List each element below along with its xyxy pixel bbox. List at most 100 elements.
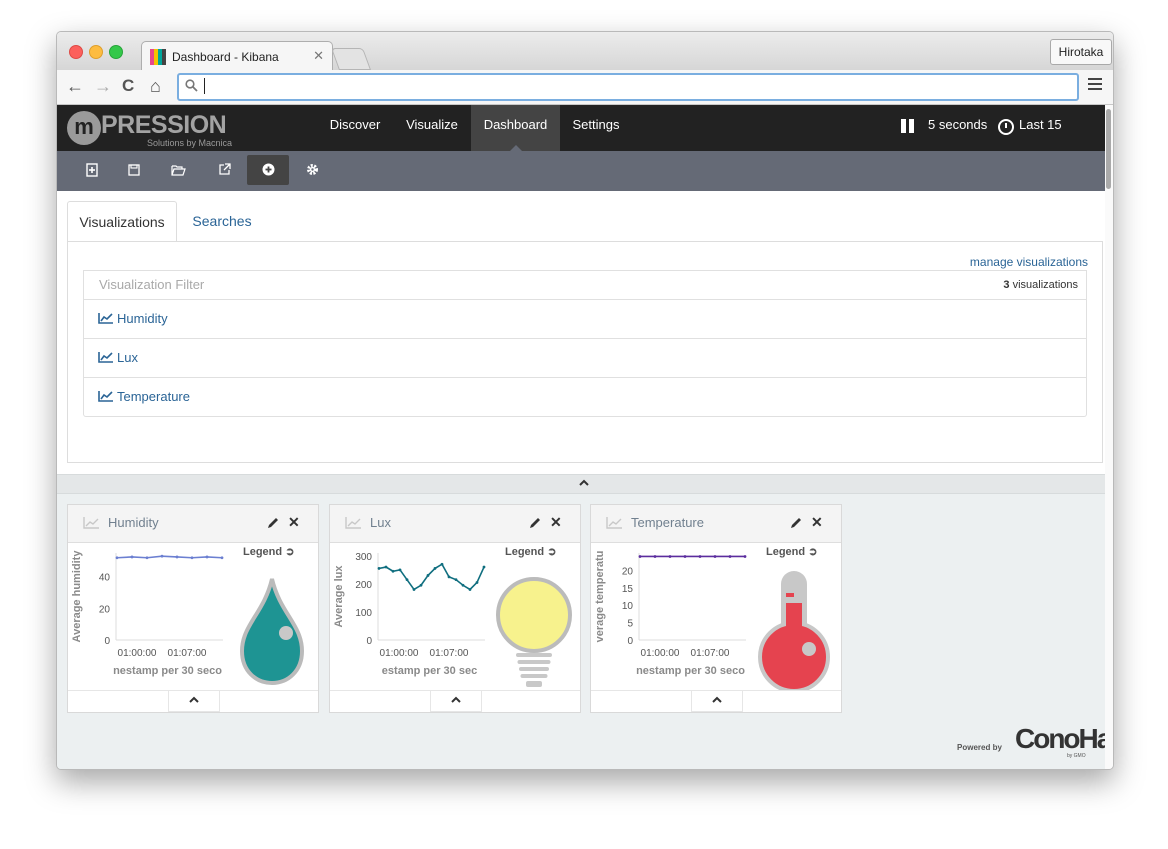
data-point[interactable] xyxy=(638,555,642,558)
data-point[interactable] xyxy=(130,555,134,559)
maximize-window-button[interactable] xyxy=(109,45,123,59)
nav-visualize[interactable]: Visualize xyxy=(397,105,467,151)
search-icon xyxy=(185,79,198,92)
data-point[interactable] xyxy=(440,562,444,566)
tab-searches[interactable]: Searches xyxy=(177,201,267,241)
list-item-label[interactable]: Temperature xyxy=(117,389,190,404)
user-profile-button[interactable]: Hirotaka xyxy=(1050,39,1112,65)
chevron-up-icon[interactable] xyxy=(579,478,589,488)
conoha-logo-sub: by GMO xyxy=(1067,753,1086,759)
panel-collapse-button[interactable] xyxy=(430,691,482,712)
data-point[interactable] xyxy=(743,555,747,558)
nav-dashboard[interactable]: Dashboard xyxy=(471,105,560,151)
browser-toolbar: ← → C ⌂ xyxy=(57,70,1113,105)
x-tick-label: 01:07:00 xyxy=(430,648,469,659)
line-chart-icon xyxy=(345,517,361,529)
x-tick-label: 01:00:00 xyxy=(118,648,157,659)
data-point[interactable] xyxy=(160,554,164,558)
pencil-icon[interactable] xyxy=(789,516,803,530)
list-item-label[interactable]: Lux xyxy=(117,350,138,365)
home-icon[interactable]: ⌂ xyxy=(150,75,161,97)
pencil-icon[interactable] xyxy=(266,516,280,530)
mpression-logo[interactable]: m PRESSION Solutions by Macnica xyxy=(67,109,247,149)
save-dashboard-button[interactable] xyxy=(113,155,155,185)
visualization-picker: manage visualizations Visualization Filt… xyxy=(67,241,1103,463)
share-dashboard-button[interactable] xyxy=(203,155,245,185)
pause-icon[interactable] xyxy=(901,119,915,133)
data-point[interactable] xyxy=(447,575,451,579)
forward-arrow-icon[interactable]: → xyxy=(94,75,112,97)
data-point[interactable] xyxy=(398,568,402,572)
panel-title: Lux xyxy=(370,515,391,530)
data-point[interactable] xyxy=(683,555,687,558)
tab-visualizations[interactable]: Visualizations xyxy=(67,201,177,243)
data-point[interactable] xyxy=(190,556,194,560)
list-item-temperature[interactable]: Temperature xyxy=(84,377,1086,416)
data-point[interactable] xyxy=(405,578,409,582)
scrollbar-thumb[interactable] xyxy=(1106,109,1111,189)
data-point[interactable] xyxy=(728,555,732,558)
nav-discover[interactable]: Discover xyxy=(319,105,391,151)
reload-icon[interactable]: C xyxy=(122,75,134,97)
panel-header[interactable]: Temperature ✕ xyxy=(591,505,841,543)
browser-menu-icon[interactable] xyxy=(1088,78,1102,93)
folder-open-icon xyxy=(170,165,186,176)
panel-lux: Lux ✕ Legend ➲ 300 200 100 0 01:00:00 01:07:00 Av… xyxy=(329,504,581,713)
close-icon[interactable]: ✕ xyxy=(811,514,823,531)
data-point[interactable] xyxy=(115,556,119,560)
data-point[interactable] xyxy=(433,567,437,570)
new-dashboard-button[interactable] xyxy=(71,155,113,185)
logo-tagline: Solutions by Macnica xyxy=(147,138,233,148)
list-item-lux[interactable]: Lux xyxy=(84,338,1086,377)
data-point[interactable] xyxy=(145,556,149,560)
manage-visualizations-link[interactable]: manage visualizations xyxy=(970,255,1088,269)
back-arrow-icon[interactable]: ← xyxy=(66,75,84,97)
add-visualization-button[interactable] xyxy=(247,155,289,185)
data-point[interactable] xyxy=(391,569,395,573)
data-point[interactable] xyxy=(468,588,472,591)
collapse-picker-bar[interactable] xyxy=(57,474,1105,494)
data-point[interactable] xyxy=(713,555,717,558)
close-icon[interactable]: ✕ xyxy=(550,514,562,531)
data-point[interactable] xyxy=(653,555,657,558)
page-scrollbar[interactable] xyxy=(1105,105,1113,769)
tab-close-icon[interactable]: ✕ xyxy=(313,48,324,64)
new-tab-button[interactable] xyxy=(330,48,372,70)
data-point[interactable] xyxy=(205,555,209,559)
nav-settings[interactable]: Settings xyxy=(565,105,627,151)
close-window-button[interactable] xyxy=(69,45,83,59)
data-point[interactable] xyxy=(668,555,672,558)
close-icon[interactable]: ✕ xyxy=(288,514,300,531)
data-point[interactable] xyxy=(384,565,388,569)
visualization-filter-input[interactable]: Visualization Filter 3 visualizations xyxy=(83,270,1087,300)
data-point[interactable] xyxy=(220,556,224,560)
refresh-interval[interactable]: 5 seconds xyxy=(928,105,987,151)
pencil-icon[interactable] xyxy=(528,516,542,530)
minimize-window-button[interactable] xyxy=(89,45,103,59)
data-point[interactable] xyxy=(426,574,430,577)
panel-header[interactable]: Lux ✕ xyxy=(330,505,580,543)
data-point[interactable] xyxy=(698,555,702,558)
x-axis-label: estamp per 30 sec xyxy=(382,665,477,677)
data-point[interactable] xyxy=(412,588,416,591)
browser-tab[interactable]: Dashboard - Kibana ✕ xyxy=(141,41,333,71)
data-point[interactable] xyxy=(461,583,465,587)
time-range-picker[interactable]: Last 15 minutes xyxy=(1019,105,1105,172)
filter-placeholder: Visualization Filter xyxy=(99,277,205,292)
data-point[interactable] xyxy=(175,555,179,559)
panel-header[interactable]: Humidity ✕ xyxy=(68,505,318,543)
data-point[interactable] xyxy=(482,565,486,569)
address-bar[interactable] xyxy=(177,73,1079,101)
panel-collapse-button[interactable] xyxy=(168,691,220,712)
open-dashboard-button[interactable] xyxy=(157,155,199,185)
clock-icon xyxy=(998,119,1014,135)
data-point[interactable] xyxy=(419,583,423,587)
data-point[interactable] xyxy=(475,581,479,584)
options-button[interactable] xyxy=(291,155,333,185)
data-point[interactable] xyxy=(454,578,458,582)
list-item-label[interactable]: Humidity xyxy=(117,311,168,326)
panel-collapse-button[interactable] xyxy=(691,691,743,712)
chevron-up-icon xyxy=(451,696,461,703)
data-point[interactable] xyxy=(377,567,381,570)
list-item-humidity[interactable]: Humidity xyxy=(84,299,1086,338)
